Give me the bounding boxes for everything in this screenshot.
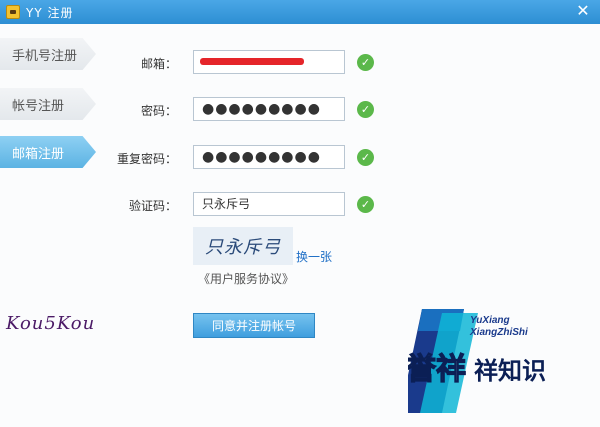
tab-label: 手机号注册 bbox=[12, 48, 78, 64]
tab-label: 邮箱注册 bbox=[12, 146, 65, 162]
captcha-label: 验证码： bbox=[128, 199, 177, 213]
captcha-field[interactable]: 只永斥弓 bbox=[193, 192, 345, 216]
confirm-password-label: 重复密码： bbox=[116, 152, 177, 166]
signature-overlay: Kou5Kou bbox=[6, 313, 96, 334]
confirm-password-valid-icon: ✓ bbox=[357, 149, 374, 166]
close-icon[interactable]: ✕ bbox=[574, 2, 592, 20]
agree-and-register-button[interactable]: 同意并注册帐号 bbox=[193, 313, 315, 338]
watermark-en-1: YuXiang bbox=[470, 315, 510, 326]
email-field[interactable] bbox=[193, 50, 345, 74]
window-title: YY 注册 bbox=[26, 5, 74, 20]
tab-label: 帐号注册 bbox=[12, 98, 65, 114]
user-agreement-link[interactable]: 《用户服务协议》 bbox=[198, 270, 294, 287]
email-label: 邮箱： bbox=[140, 57, 177, 71]
password-label: 密码： bbox=[140, 104, 177, 118]
tab-phone-register[interactable]: 手机号注册 bbox=[0, 38, 96, 70]
password-valid-icon: ✓ bbox=[357, 101, 374, 118]
watermark-en-2: XiangZhiShi bbox=[469, 327, 528, 338]
watermark-cn: 祥知识 bbox=[474, 357, 546, 385]
watermark-logo: YuXiang XiangZhiShi 誉祥 祥知识 bbox=[408, 309, 546, 413]
password-field[interactable]: ●●●●●●●●● bbox=[193, 97, 345, 121]
tab-email-register[interactable]: 邮箱注册 bbox=[0, 136, 96, 168]
captcha-image: 只永斥弓 bbox=[193, 227, 293, 265]
tab-account-register[interactable]: 帐号注册 bbox=[0, 88, 96, 120]
watermark-brand: 誉祥 bbox=[408, 352, 466, 387]
title-bar: YY 注册 ✕ bbox=[0, 0, 600, 24]
captcha-valid-icon: ✓ bbox=[357, 196, 374, 213]
confirm-password-field[interactable]: ●●●●●●●●● bbox=[193, 145, 345, 169]
refresh-captcha-link[interactable]: 换一张 bbox=[296, 248, 332, 265]
email-valid-icon: ✓ bbox=[357, 54, 374, 71]
yy-app-icon bbox=[6, 5, 20, 19]
